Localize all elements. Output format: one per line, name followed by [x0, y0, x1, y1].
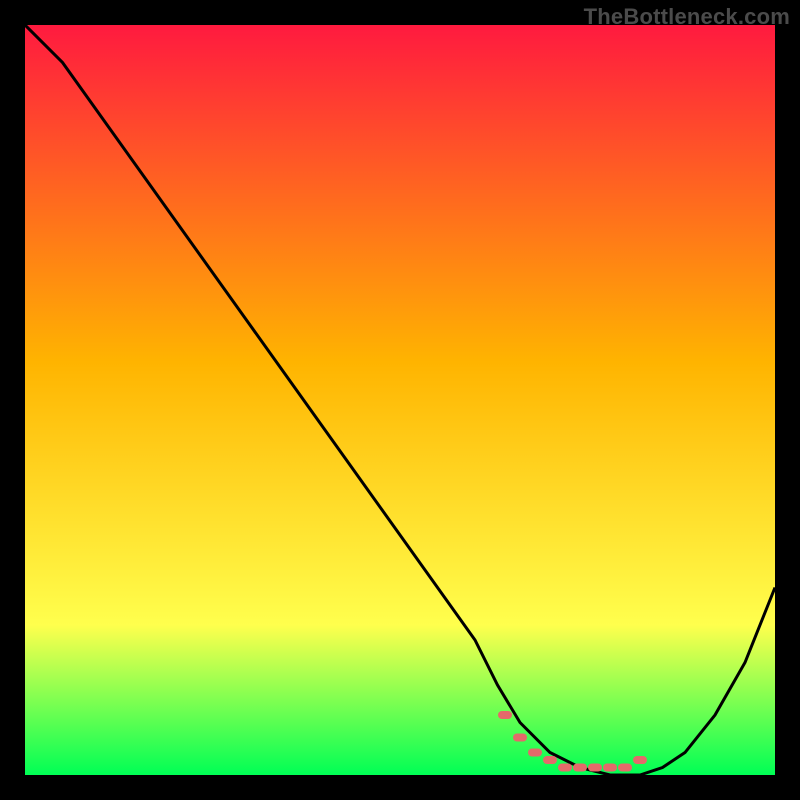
- marker-dot: [633, 756, 647, 764]
- marker-dot: [528, 749, 542, 757]
- marker-dot: [498, 711, 512, 719]
- chart-svg: [25, 25, 775, 775]
- plot-area: [25, 25, 775, 775]
- marker-dot: [543, 756, 557, 764]
- marker-dot: [588, 764, 602, 772]
- marker-dot: [558, 764, 572, 772]
- chart-frame: TheBottleneck.com: [0, 0, 800, 800]
- gradient-background: [25, 25, 775, 775]
- marker-dot: [618, 764, 632, 772]
- marker-dot: [603, 764, 617, 772]
- marker-dot: [573, 764, 587, 772]
- marker-dot: [513, 734, 527, 742]
